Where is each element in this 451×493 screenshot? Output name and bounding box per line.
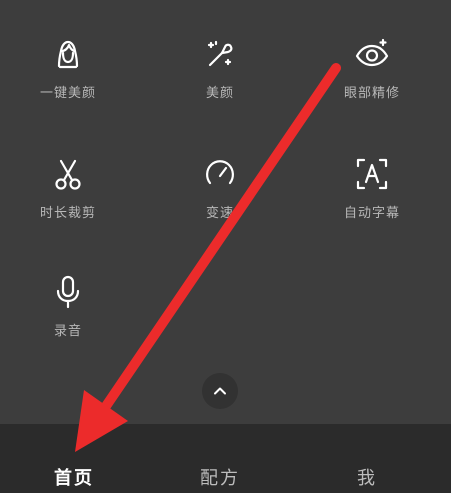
speedometer-icon bbox=[200, 154, 240, 194]
tool-record-audio[interactable]: 录音 bbox=[13, 272, 123, 339]
tool-label: 眼部精修 bbox=[343, 86, 400, 101]
editor-screen: 一键美颜 美颜 眼部精修 时长裁剪 变速 自动字幕 录音 首页 配方 我 bbox=[0, 0, 451, 493]
tool-trim-duration[interactable]: 时长裁剪 bbox=[13, 154, 123, 221]
tool-label: 录音 bbox=[53, 324, 82, 339]
tool-label: 时长裁剪 bbox=[39, 206, 96, 221]
nav-tab-me[interactable]: 我 bbox=[357, 464, 377, 490]
tool-label: 变速 bbox=[205, 206, 234, 221]
tool-label: 自动字幕 bbox=[343, 206, 400, 221]
tool-eye-refine[interactable]: 眼部精修 bbox=[317, 34, 427, 101]
tool-auto-subtitles[interactable]: 自动字幕 bbox=[317, 154, 427, 221]
tool-label: 一键美颜 bbox=[39, 86, 96, 101]
face-icon bbox=[48, 34, 88, 74]
collapse-panel-button[interactable] bbox=[202, 373, 238, 409]
microphone-icon bbox=[48, 272, 88, 312]
nav-tab-home[interactable]: 首页 bbox=[54, 464, 94, 490]
tool-label: 美颜 bbox=[205, 86, 234, 101]
magic-wand-icon bbox=[200, 34, 240, 74]
scissors-icon bbox=[48, 154, 88, 194]
nav-tab-recipes[interactable]: 配方 bbox=[200, 464, 240, 490]
chevron-up-icon bbox=[214, 387, 226, 395]
eye-sparkle-icon bbox=[352, 34, 392, 74]
tool-speed[interactable]: 变速 bbox=[165, 154, 275, 221]
tool-one-tap-beauty[interactable]: 一键美颜 bbox=[13, 34, 123, 101]
subtitle-frame-icon bbox=[352, 154, 392, 194]
tools-panel: 一键美颜 美颜 眼部精修 时长裁剪 变速 自动字幕 录音 bbox=[0, 0, 451, 424]
bottom-navigation: 首页 配方 我 bbox=[0, 424, 451, 493]
tool-beauty[interactable]: 美颜 bbox=[165, 34, 275, 101]
